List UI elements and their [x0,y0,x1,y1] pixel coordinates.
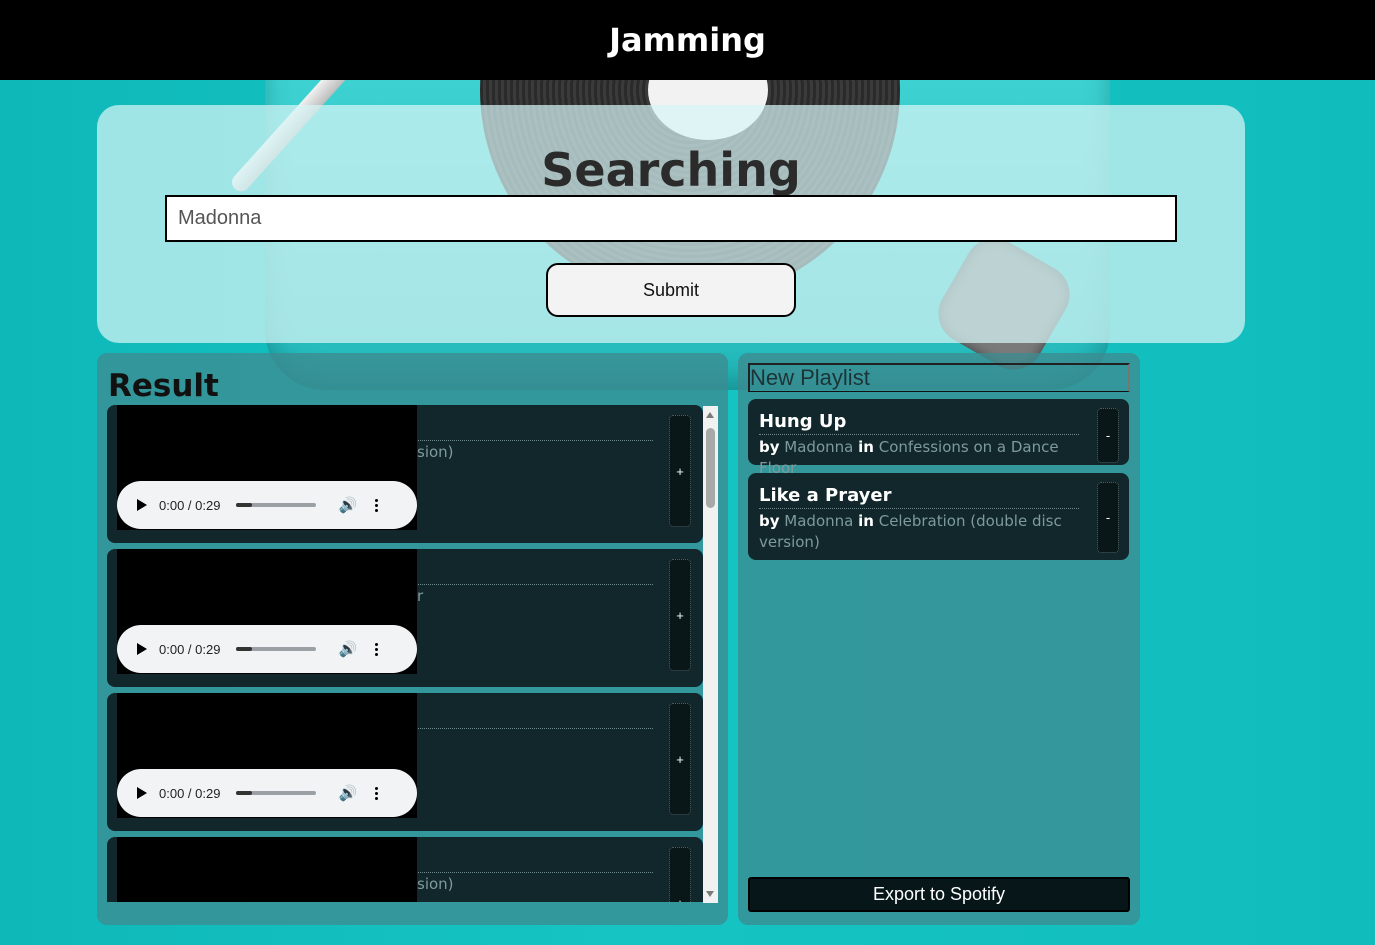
play-icon[interactable] [137,643,147,655]
result-track-card: r + 0:00 / 0:29 🔊 [107,549,703,687]
preview-player-area [117,837,417,902]
play-icon[interactable] [137,787,147,799]
divider [413,872,653,873]
volume-icon[interactable]: 🔊 [338,496,357,514]
remove-track-button[interactable]: - [1097,482,1119,553]
result-track-card: sion) + 0:00 / 0:29 🔊 [107,405,703,543]
track-meta: sion) [417,443,454,461]
results-scrollbar[interactable] [703,406,718,903]
divider [759,434,1079,435]
in-label: in [858,512,874,530]
more-options-icon[interactable] [375,786,379,800]
app-title: Jamming [609,21,766,59]
app-header: Jamming [0,0,1375,80]
playlist-panel: Hung Up by Madonna in Confessions on a D… [738,353,1140,925]
audio-progress-slider[interactable] [236,791,317,795]
audio-player[interactable]: 0:00 / 0:29 🔊 [117,481,417,529]
audio-time: 0:00 / 0:29 [159,641,221,657]
playlist-track-card: Like a Prayer by Madonna in Celebration … [748,473,1129,560]
more-options-icon[interactable] [375,498,379,512]
in-label: in [858,438,874,456]
scroll-up-icon[interactable] [706,412,714,418]
more-options-icon[interactable] [375,642,379,656]
add-track-button[interactable]: + [669,703,691,815]
add-track-button[interactable]: + [669,415,691,527]
audio-player[interactable]: 0:00 / 0:29 🔊 [117,625,417,673]
divider [413,728,653,729]
track-meta: sion) [417,875,454,893]
results-panel: Result sion) + 0:00 / 0:29 🔊 r + 0:00 / … [97,353,728,925]
audio-player[interactable]: 0:00 / 0:29 🔊 [117,769,417,817]
playlist-track-card: Hung Up by Madonna in Confessions on a D… [748,399,1129,477]
play-icon[interactable] [137,499,147,511]
results-title: Result [108,368,219,404]
track-artist: Madonna [784,512,854,530]
by-label: by [759,512,780,530]
results-list[interactable]: sion) + 0:00 / 0:29 🔊 r + 0:00 / 0:29 🔊 … [107,405,704,902]
remove-track-button[interactable]: - [1097,408,1119,463]
volume-icon[interactable]: 🔊 [338,784,357,802]
result-track-card: + 0:00 / 0:29 🔊 [107,693,703,831]
playlist-name-input[interactable] [748,363,1130,392]
audio-progress-slider[interactable] [236,647,317,651]
preview-player-area: 0:00 / 0:29 🔊 [117,693,417,818]
track-info: by Madonna in Celebration (double disc v… [759,511,1079,553]
divider [413,584,653,585]
search-title: Searching [541,143,801,197]
scroll-down-icon[interactable] [706,891,714,897]
preview-player-area: 0:00 / 0:29 🔊 [117,405,417,530]
export-to-spotify-button[interactable]: Export to Spotify [748,877,1130,912]
scrollbar-thumb[interactable] [706,428,715,508]
search-panel: Searching Submit [97,105,1245,343]
add-track-button[interactable]: + [669,847,691,902]
submit-button[interactable]: Submit [546,263,796,317]
track-meta: r [417,587,424,605]
track-title: Hung Up [759,411,847,432]
preview-player-area: 0:00 / 0:29 🔊 [117,549,417,674]
by-label: by [759,438,780,456]
track-artist: Madonna [784,438,854,456]
search-input[interactable] [165,195,1177,242]
volume-icon[interactable]: 🔊 [338,640,357,658]
audio-time: 0:00 / 0:29 [159,497,221,513]
divider [759,508,1079,509]
add-track-button[interactable]: + [669,559,691,671]
track-title: Like a Prayer [759,485,892,506]
divider [413,440,653,441]
audio-time: 0:00 / 0:29 [159,785,221,801]
audio-progress-slider[interactable] [236,503,317,507]
result-track-card: sion) + [107,837,703,902]
